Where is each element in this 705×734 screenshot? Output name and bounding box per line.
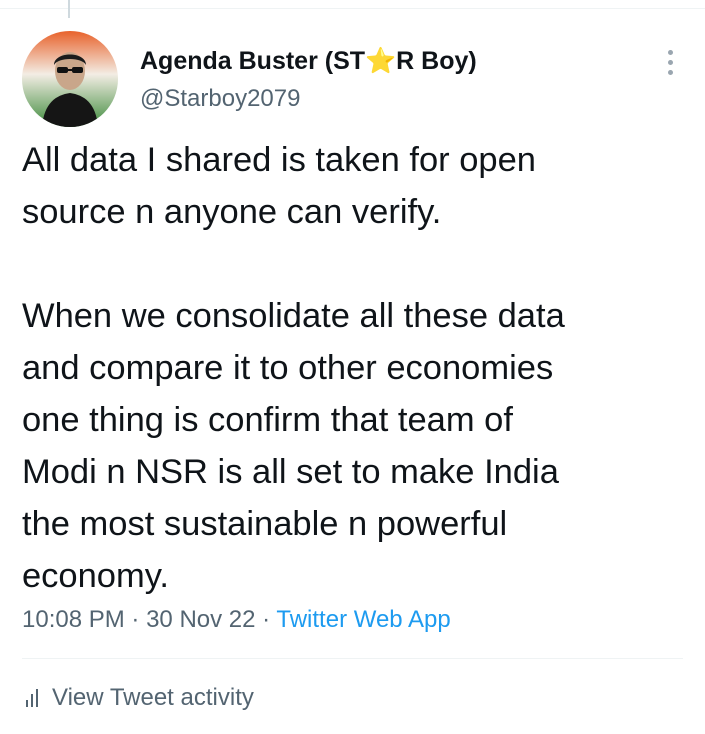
tweet-line: and compare it to other economies [22, 349, 554, 387]
more-vertical-icon-dot-2 [667, 59, 673, 65]
tweet-time[interactable]: 10:08 PM [22, 606, 125, 633]
tweet-line: one thing is confirm that team of [22, 401, 513, 439]
view-tweet-activity-button[interactable]: View Tweet activity [22, 681, 254, 715]
more-vertical-icon-dot-3 [667, 69, 673, 75]
view-tweet-activity-label: View Tweet activity [52, 684, 254, 711]
tweet-metadata: 10:08 PM · 30 Nov 22 · Twitter Web App [22, 604, 451, 636]
tweet-date[interactable]: 30 Nov 22 [146, 606, 255, 633]
divider [22, 658, 683, 659]
tweet-line: the most sustainable n powerful [22, 505, 508, 543]
star-icon: ⭐ [365, 47, 397, 75]
author-name[interactable]: Agenda Buster (ST⭐R Boy) [140, 46, 477, 76]
more-vertical-icon [667, 49, 673, 55]
top-divider [0, 8, 705, 9]
thread-connector-line [68, 0, 70, 18]
avatar[interactable] [22, 31, 118, 127]
tweet-line: Modi n NSR is all set to make India [22, 453, 559, 491]
tweet-line: When we consolidate all these data [22, 297, 565, 335]
bar-chart-icon [26, 689, 38, 707]
tweet-text: All data I shared is taken for open sour… [22, 134, 692, 602]
author-name-prefix: Agenda Buster (ST [140, 47, 366, 75]
meta-separator: · [262, 606, 271, 633]
tweet-source-link[interactable]: Twitter Web App [276, 606, 450, 633]
meta-separator: · [131, 606, 140, 633]
tweet-line: economy. [22, 557, 170, 595]
more-options-button[interactable] [656, 44, 684, 80]
author-handle[interactable]: @Starboy2079 [140, 84, 300, 114]
author-name-suffix: R Boy) [396, 47, 477, 75]
tweet-line: source n anyone can verify. [22, 193, 442, 231]
tweet-line: All data I shared is taken for open [22, 141, 536, 179]
